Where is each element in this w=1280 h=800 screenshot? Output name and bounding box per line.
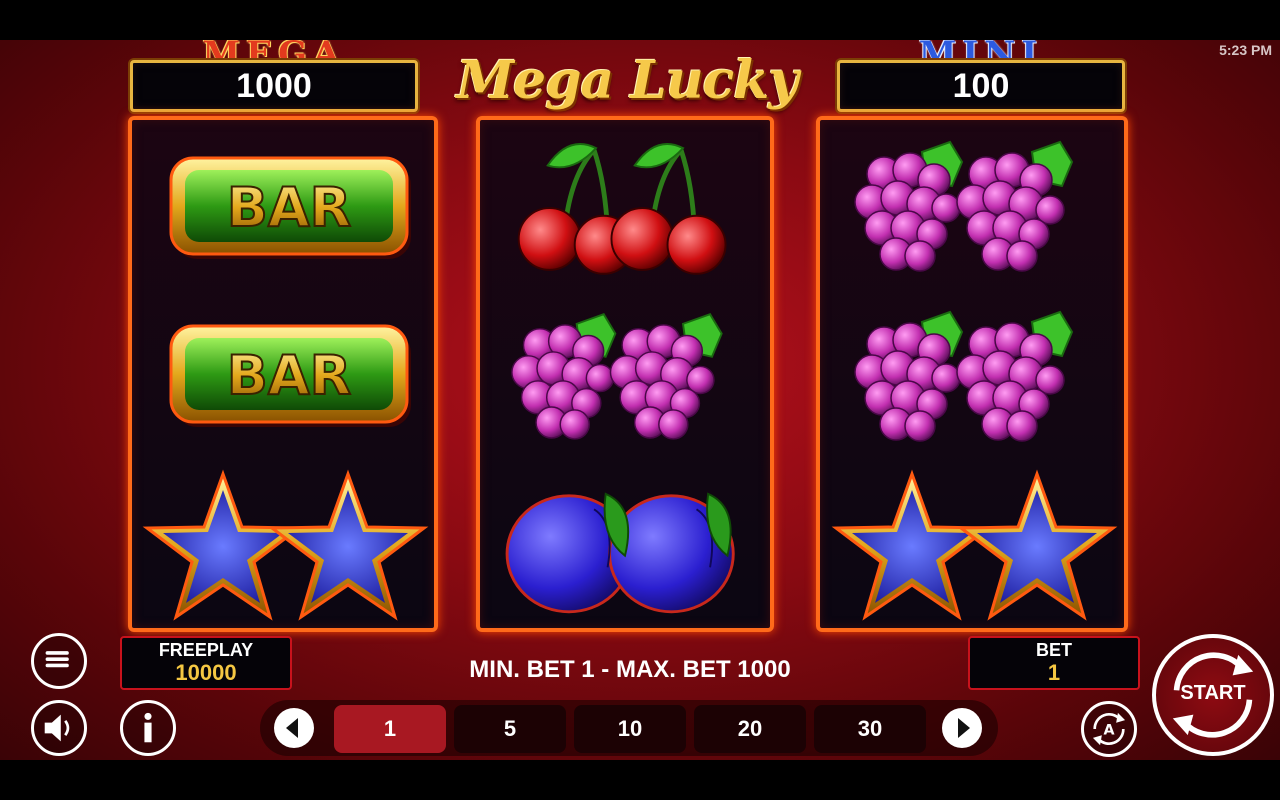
reel-3 [816, 116, 1128, 632]
bet-option-10[interactable]: 10 [574, 705, 686, 753]
bet-limits-text: MIN. BET 1 - MAX. BET 1000 [469, 656, 791, 683]
reel-1 [128, 116, 438, 632]
speaker-icon[interactable] [31, 700, 87, 756]
status-clock: 5:23 PM [1219, 42, 1272, 58]
mini-jackpot-value: 100 [837, 60, 1125, 112]
blue-star-symbol [820, 462, 1124, 632]
game-stage: 5:23 PM MEGA 1000 Mega Lucky 27 MINI 100 [0, 40, 1280, 760]
grapes-symbol [480, 294, 770, 464]
bet-option-5[interactable]: 5 [454, 705, 566, 753]
freeplay-value: 10000 [175, 660, 237, 685]
chevron-right-icon[interactable] [942, 708, 982, 748]
bet-label: BET [1036, 640, 1072, 660]
plums-symbol [480, 462, 770, 632]
grapes-symbol [820, 294, 1124, 464]
top-system-bar [0, 0, 1280, 40]
bet-value: 1 [1047, 660, 1061, 685]
freeplay-balance: FREEPLAY 10000 [120, 636, 292, 690]
bar-symbol [132, 128, 434, 298]
bottom-system-bar [0, 760, 1280, 800]
mega-jackpot-value: 1000 [130, 60, 418, 112]
bar-symbol [132, 296, 434, 466]
hamburger-menu-icon[interactable] [31, 633, 87, 689]
bet-option-1[interactable]: 1 [334, 705, 446, 753]
autoplay-icon[interactable]: A [1081, 701, 1137, 757]
info-icon[interactable] [120, 700, 176, 756]
start-button[interactable]: START [1152, 634, 1274, 756]
grapes-symbol [820, 124, 1124, 294]
svg-text:A: A [1103, 722, 1114, 738]
reel-2 [476, 116, 774, 632]
cherries-symbol [480, 124, 770, 294]
start-label: START [1180, 682, 1246, 704]
freeplay-label: FREEPLAY [158, 640, 254, 660]
game-logo: Mega Lucky 27 [456, 50, 798, 185]
blue-star-symbol [132, 462, 434, 632]
chevron-left-icon[interactable] [274, 708, 314, 748]
bet-display: BET 1 [968, 636, 1140, 690]
bet-option-20[interactable]: 20 [694, 705, 806, 753]
bet-option-30[interactable]: 30 [814, 705, 926, 753]
